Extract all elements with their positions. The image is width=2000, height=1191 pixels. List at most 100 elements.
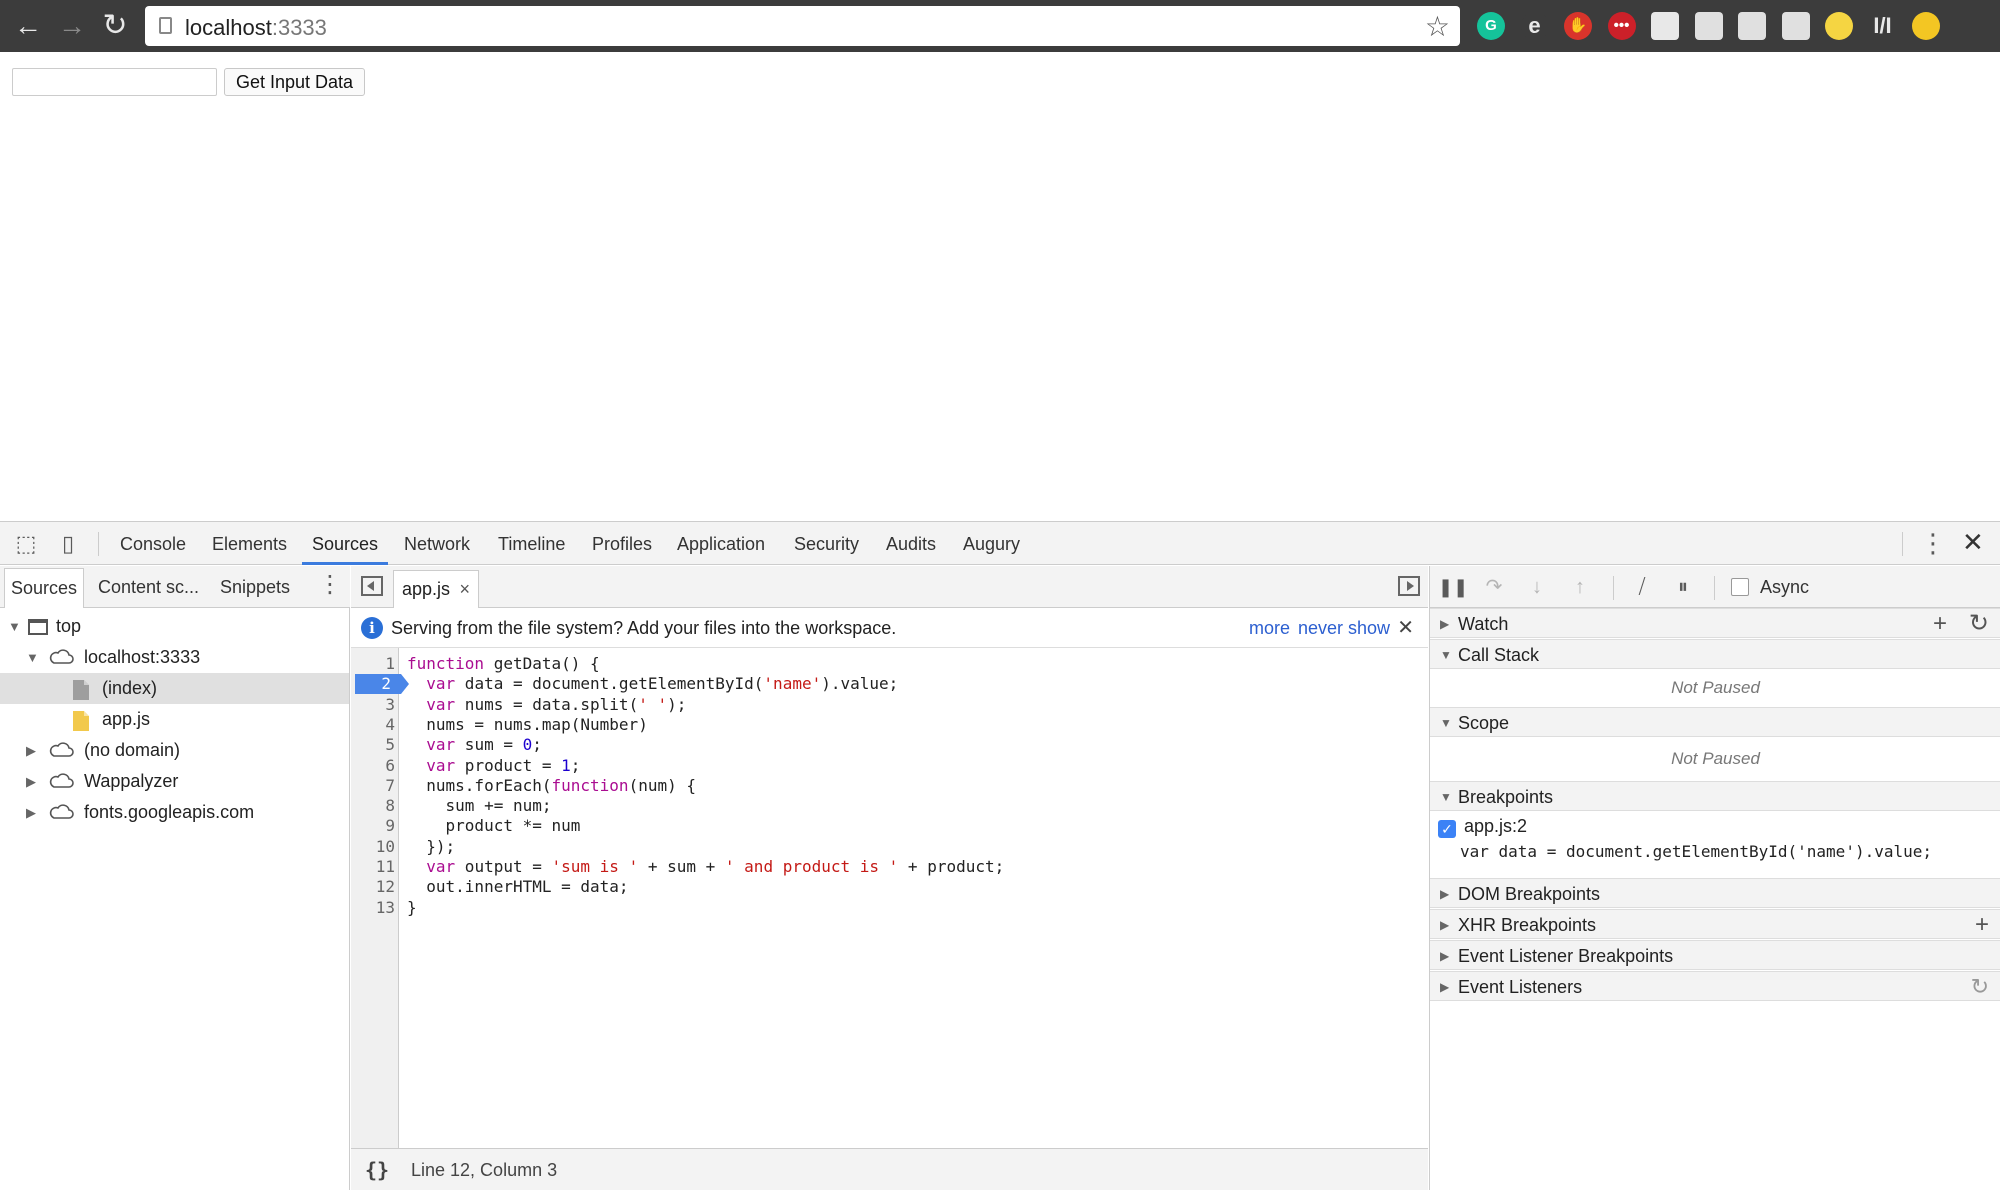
- add-watch-icon[interactable]: +: [1933, 609, 1947, 639]
- lastpass-icon[interactable]: •••: [1607, 12, 1636, 40]
- tree-item[interactable]: ▼ top: [0, 611, 349, 642]
- expand-triangle-icon[interactable]: ▶: [26, 735, 36, 766]
- bookmark-star-icon[interactable]: ☆: [1425, 10, 1450, 43]
- tree-item[interactable]: ▶ (no domain): [0, 735, 349, 766]
- address-bar[interactable]: localhost:3333 ☆: [145, 6, 1460, 46]
- code-line[interactable]: function getData() {: [407, 654, 600, 674]
- grammarly-icon[interactable]: G: [1477, 12, 1505, 40]
- line-number[interactable]: 1: [351, 654, 395, 674]
- code-line[interactable]: }: [407, 898, 417, 918]
- moon-ext-icon[interactable]: [1912, 12, 1940, 40]
- more-link[interactable]: more: [1249, 608, 1290, 648]
- pretty-print-button[interactable]: {}: [365, 1149, 389, 1191]
- breakpoint-marker[interactable]: 2: [355, 674, 409, 695]
- pen-ext-icon[interactable]: [1825, 12, 1853, 40]
- devtools-close-icon[interactable]: ✕: [1962, 527, 1984, 558]
- tab-network[interactable]: Network: [404, 522, 470, 565]
- tab-elements[interactable]: Elements: [212, 522, 287, 565]
- step-over-icon[interactable]: ↷: [1480, 573, 1508, 601]
- code-line[interactable]: var output = 'sum is ' + sum + ' and pro…: [407, 857, 1004, 877]
- devtools-menu-icon[interactable]: ⋮: [1920, 528, 1946, 559]
- close-infobar-icon[interactable]: ✕: [1397, 608, 1414, 648]
- forward-arrow-icon[interactable]: →: [54, 8, 90, 44]
- line-number[interactable]: 11: [351, 857, 395, 877]
- translate-ext-icon[interactable]: [1781, 12, 1810, 40]
- event-listeners-pane-header[interactable]: ▶ Event Listeners ↻: [1430, 971, 2000, 1001]
- collapse-triangle-icon[interactable]: ▼: [26, 642, 39, 673]
- code-line[interactable]: var nums = data.split(' ');: [407, 695, 686, 715]
- stop-icon[interactable]: ✋: [1564, 12, 1592, 40]
- get-input-data-button[interactable]: Get Input Data: [224, 68, 365, 96]
- close-tab-icon[interactable]: ×: [459, 571, 470, 607]
- async-checkbox[interactable]: [1731, 578, 1749, 596]
- stats-ext-icon[interactable]: I/I: [1868, 12, 1897, 40]
- expand-triangle-icon[interactable]: ▶: [26, 797, 36, 828]
- line-number[interactable]: 4: [351, 715, 395, 735]
- reader-ext-icon[interactable]: [1738, 12, 1766, 40]
- code-area[interactable]: 1 2 3 4 5 6 7 8 9 10 11 12 13 function getData() { v…: [351, 648, 1428, 1148]
- tab-sources[interactable]: Sources: [302, 522, 389, 565]
- line-number[interactable]: 9: [351, 816, 395, 836]
- settings-ext-icon[interactable]: [1694, 12, 1723, 40]
- tab-augury[interactable]: Augury: [963, 522, 1020, 565]
- refresh-listeners-icon[interactable]: ↻: [1971, 972, 1989, 1002]
- tab-security[interactable]: Security: [794, 522, 859, 565]
- tab-audits[interactable]: Audits: [886, 522, 936, 565]
- code-line[interactable]: var data = document.getElementById('name…: [407, 674, 898, 694]
- code-line[interactable]: nums.forEach(function(num) {: [407, 776, 696, 796]
- code-line[interactable]: sum += num;: [407, 796, 552, 816]
- tree-item[interactable]: (index): [0, 673, 349, 704]
- edge-icon[interactable]: e: [1520, 12, 1549, 40]
- line-gutter[interactable]: 1 2 3 4 5 6 7 8 9 10 11 12 13: [351, 648, 409, 1148]
- code-line[interactable]: nums = nums.map(Number): [407, 715, 648, 735]
- code-line[interactable]: var product = 1;: [407, 756, 580, 776]
- call-stack-pane-header[interactable]: ▼ Call Stack: [1430, 639, 2000, 669]
- tab-application[interactable]: Application: [677, 522, 765, 565]
- line-number[interactable]: 10: [351, 837, 395, 857]
- pause-on-exceptions-icon[interactable]: ⏸: [1669, 573, 1697, 601]
- line-number[interactable]: 6: [351, 756, 395, 776]
- tree-item[interactable]: ▶ fonts.googleapis.com: [0, 797, 349, 828]
- tab-app-js[interactable]: app.js ×: [393, 570, 479, 608]
- line-number[interactable]: 12: [351, 877, 395, 897]
- dom-breakpoints-pane-header[interactable]: ▶ DOM Breakpoints: [1430, 878, 2000, 908]
- line-number[interactable]: 13: [351, 898, 395, 918]
- code-line[interactable]: out.innerHTML = data;: [407, 877, 628, 897]
- step-out-icon[interactable]: ↑: [1566, 573, 1594, 601]
- tab-console[interactable]: Console: [120, 522, 186, 565]
- tree-item[interactable]: app.js: [0, 704, 349, 735]
- breakpoint-checkbox[interactable]: ✓: [1438, 820, 1456, 838]
- pause-icon[interactable]: ❚❚: [1438, 573, 1468, 601]
- tab-timeline[interactable]: Timeline: [498, 522, 565, 565]
- tree-item[interactable]: ▶ Wappalyzer: [0, 766, 349, 797]
- toggle-debugger-icon[interactable]: [1398, 576, 1420, 596]
- line-number[interactable]: 5: [351, 735, 395, 755]
- toggle-navigator-icon[interactable]: [361, 576, 383, 596]
- code-line[interactable]: var sum = 0;: [407, 735, 542, 755]
- line-number[interactable]: 7: [351, 776, 395, 796]
- back-arrow-icon[interactable]: ←: [10, 8, 46, 44]
- code-line[interactable]: });: [407, 837, 455, 857]
- tab-sources[interactable]: Sources: [4, 568, 85, 608]
- tree-item[interactable]: ▼ localhost:3333: [0, 642, 349, 673]
- tab-content-scripts[interactable]: Content sc...: [98, 566, 199, 608]
- refresh-watch-icon[interactable]: ↻: [1969, 609, 1989, 639]
- never-show-link[interactable]: never show: [1298, 608, 1390, 648]
- watch-pane-header[interactable]: ▶ Watch + ↻: [1430, 608, 2000, 638]
- collapse-triangle-icon[interactable]: ▼: [8, 611, 21, 642]
- expand-triangle-icon[interactable]: ▶: [26, 766, 36, 797]
- event-listener-breakpoints-pane-header[interactable]: ▶ Event Listener Breakpoints: [1430, 940, 2000, 970]
- tab-snippets[interactable]: Snippets: [220, 566, 290, 608]
- reload-icon[interactable]: ↻: [97, 8, 133, 44]
- deactivate-breakpoints-icon[interactable]: ⧸: [1628, 573, 1656, 601]
- breakpoints-pane-header[interactable]: ▼ Breakpoints: [1430, 781, 2000, 811]
- line-number[interactable]: 8: [351, 796, 395, 816]
- device-toolbar-icon[interactable]: ▯: [54, 530, 82, 558]
- step-into-icon[interactable]: ↓: [1523, 573, 1551, 601]
- inspect-element-icon[interactable]: ⬚: [12, 530, 40, 558]
- scope-pane-header[interactable]: ▼ Scope: [1430, 707, 2000, 737]
- xhr-breakpoints-pane-header[interactable]: ▶ XHR Breakpoints +: [1430, 909, 2000, 939]
- code-line[interactable]: product *= num: [407, 816, 581, 836]
- tab-profiles[interactable]: Profiles: [592, 522, 652, 565]
- line-number[interactable]: 3: [351, 695, 395, 715]
